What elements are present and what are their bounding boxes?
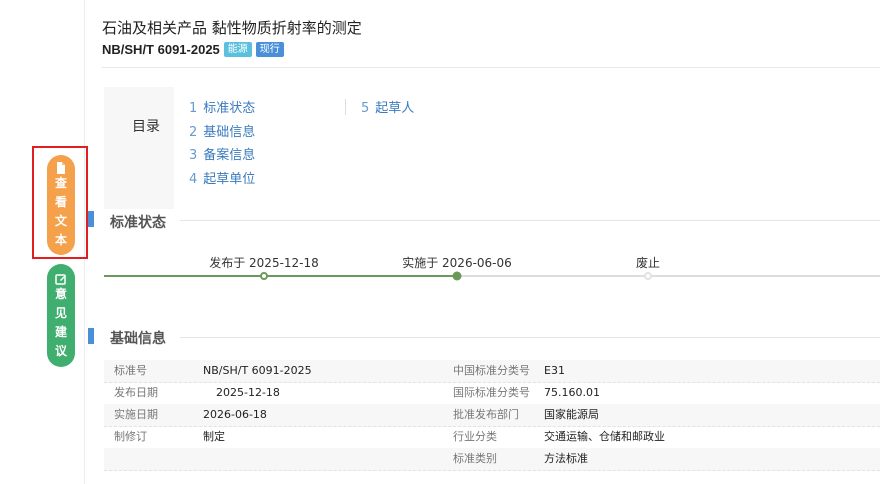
info-key: 发布日期 (114, 386, 158, 399)
toc-item-drafters[interactable]: 5 起草人 (361, 97, 414, 121)
page-title: 石油及相关产品 黏性物质折射率的测定 (102, 19, 362, 37)
info-key: 实施日期 (114, 408, 158, 421)
toc-column-2: 5 起草人 (361, 97, 414, 121)
timeline-track-pending (458, 275, 880, 277)
info-key: 制修订 (114, 430, 147, 443)
info-value: 交通运输、仓储和邮政业 (544, 430, 665, 443)
timeline-label-implement: 实施于 2026-06-06 (402, 256, 512, 270)
info-key: 国际标准分类号 (453, 386, 530, 399)
info-row: 实施日期 2026-06-18 批准发布部门 国家能源局 (104, 404, 880, 427)
toc-label-box (104, 87, 174, 209)
feedback-label: 意 见 建 议 (54, 287, 67, 358)
status-badge: 现行 (255, 42, 284, 57)
basic-section-marker (88, 328, 94, 344)
info-value: 方法标准 (544, 452, 588, 465)
header-divider (102, 67, 880, 68)
info-value: 国家能源局 (544, 408, 599, 421)
info-value: E31 (544, 364, 565, 377)
info-value: 制定 (203, 430, 225, 443)
highlight-box (32, 146, 88, 259)
info-key: 行业分类 (453, 430, 497, 443)
info-value: 2026-06-18 (203, 408, 267, 421)
status-section-line (180, 220, 880, 221)
timeline-dot-publish (260, 272, 268, 280)
timeline-label-abolish: 废止 (635, 256, 661, 270)
feedback-button[interactable]: 意 见 建 议 (47, 264, 75, 367)
info-row: 发布日期 2025-12-18 国际标准分类号 75.160.01 (104, 382, 880, 405)
timeline-dot-implement (452, 271, 462, 281)
info-value: 2025-12-18 (216, 386, 280, 399)
toc-item-filing-info[interactable]: 3 备案信息 (189, 144, 255, 168)
org-badge: 能源 (223, 42, 252, 57)
standard-code: NB/SH/T 6091-2025 (102, 42, 220, 57)
toc-label: 目录 (132, 119, 160, 135)
info-key: 标准号 (114, 364, 147, 377)
basic-section-title: 基础信息 (110, 331, 166, 347)
standard-code-line: NB/SH/T 6091-2025 能源 现行 (102, 42, 284, 57)
info-key: 批准发布部门 (453, 408, 519, 421)
edit-icon (55, 274, 66, 285)
toc-column-1: 1 标准状态 2 基础信息 3 备案信息 4 起草单位 (189, 97, 255, 191)
info-value: NB/SH/T 6091-2025 (203, 364, 312, 377)
status-section-marker (88, 211, 94, 227)
info-key: 中国标准分类号 (453, 364, 530, 377)
toc-item-basic-info[interactable]: 2 基础信息 (189, 121, 255, 145)
status-section-title: 标准状态 (110, 215, 166, 231)
info-row: 制修订 制定 行业分类 交通运输、仓储和邮政业 (104, 426, 880, 449)
toc-separator (345, 99, 346, 115)
toc-item-status[interactable]: 1 标准状态 (189, 97, 255, 121)
info-value: 75.160.01 (544, 386, 600, 399)
timeline-label-publish: 发布于 2025-12-18 (209, 256, 319, 270)
timeline-dot-abolish (644, 272, 652, 280)
timeline-track-done (104, 275, 458, 277)
info-row: 标准号 NB/SH/T 6091-2025 中国标准分类号 E31 (104, 360, 880, 383)
toc-item-drafting-units[interactable]: 4 起草单位 (189, 168, 255, 192)
info-row: 标准类别 方法标准 (104, 448, 880, 471)
info-key: 标准类别 (453, 452, 497, 465)
basic-section-line (180, 337, 880, 338)
